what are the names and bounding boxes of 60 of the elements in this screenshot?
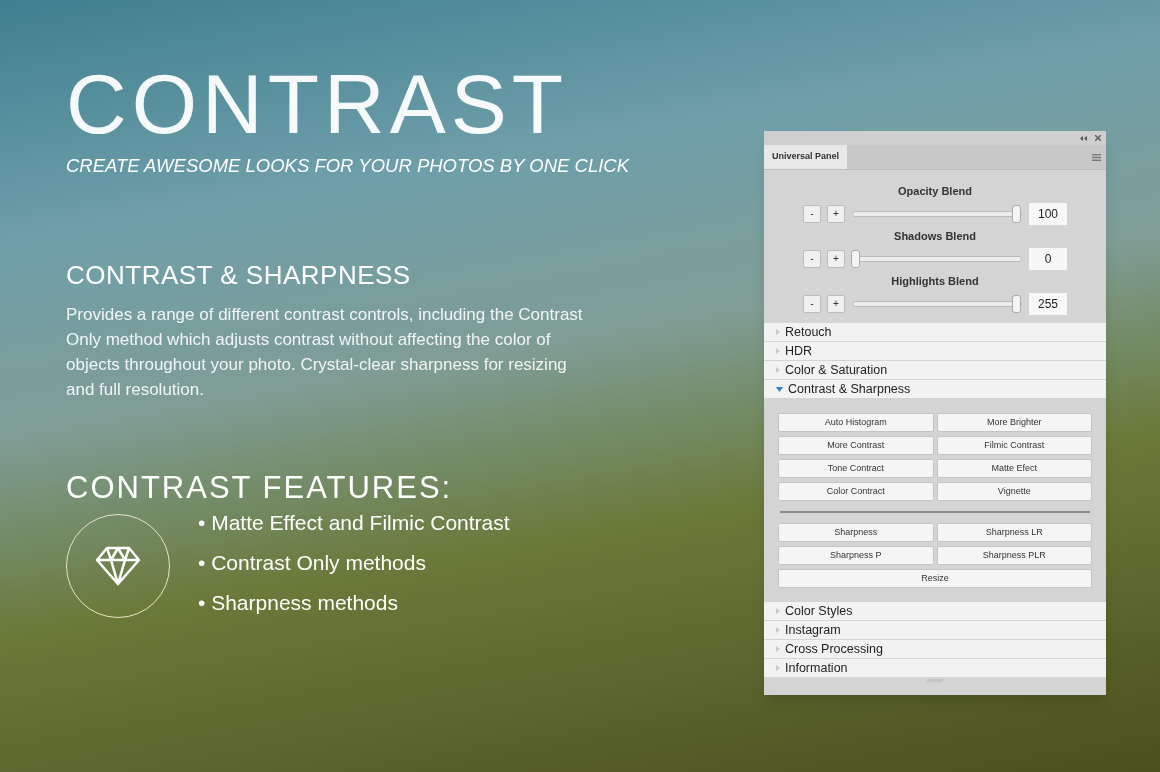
action-button[interactable]: Auto Histogram	[778, 413, 934, 432]
collapsed-caret-icon	[776, 367, 780, 373]
minus-button[interactable]: -	[803, 205, 821, 223]
menu-icon[interactable]	[1092, 153, 1101, 161]
slider-thumb[interactable]	[851, 250, 860, 268]
action-button[interactable]: More Brighter	[936, 413, 1092, 432]
value-field[interactable]: 255	[1029, 293, 1067, 315]
collapsed-caret-icon	[776, 348, 780, 354]
panel-tab[interactable]: Universal Panel	[764, 145, 848, 169]
action-button[interactable]: Color Contract	[778, 482, 934, 501]
section-header[interactable]: Color & Saturation	[764, 361, 1106, 379]
feature-item: • Sharpness methods	[198, 590, 399, 617]
plus-button[interactable]: +	[827, 205, 845, 223]
hero-subtitle: CREATE AWESOME LOOKS FOR YOUR PHOTOS BY ONE CLICK	[66, 154, 631, 178]
action-button[interactable]: Sharpness	[778, 523, 934, 542]
expanded-caret-icon	[776, 386, 783, 392]
slider-label: Shadows Blend	[894, 229, 976, 243]
plus-button[interactable]: +	[827, 295, 845, 313]
section-header[interactable]: Information	[764, 659, 1106, 677]
plus-button[interactable]: +	[827, 250, 845, 268]
action-button[interactable]: Sharpness PLR	[936, 546, 1092, 565]
section-header[interactable]: Instagram	[764, 621, 1106, 639]
section-header[interactable]: Color Styles	[764, 602, 1106, 620]
collapsed-caret-icon	[776, 608, 780, 614]
close-icon[interactable]	[1095, 135, 1101, 141]
collapsed-caret-icon	[776, 665, 780, 671]
action-button[interactable]: Sharpness LR	[936, 523, 1092, 542]
action-button[interactable]: Tone Contract	[778, 459, 934, 478]
feature-item: • Matte Effect and Filmic Contrast	[198, 510, 510, 537]
collapsed-caret-icon	[776, 646, 780, 652]
slider-thumb[interactable]	[1012, 205, 1021, 223]
section-heading: CONTRAST & SHARPNESS	[66, 259, 412, 290]
slider-label: Highlights Blend	[891, 274, 979, 288]
slider[interactable]	[852, 295, 1022, 313]
collapsed-caret-icon	[776, 627, 780, 633]
slider[interactable]	[852, 205, 1022, 223]
feature-item: • Contrast Only methods	[198, 550, 427, 577]
section-header[interactable]: Cross Processing	[764, 640, 1106, 658]
features-heading: CONTRAST FEATURES:	[66, 469, 454, 506]
action-button[interactable]: Filmic Contrast	[936, 436, 1092, 455]
value-field[interactable]: 0	[1029, 248, 1067, 270]
minus-button[interactable]: -	[803, 250, 821, 268]
slider-label: Opacity Blend	[898, 184, 972, 198]
collapsed-caret-icon	[776, 329, 780, 335]
section-description: Provides a range of different contrast controls, including the Contrast Only method which adjusts contrast without affecting the color of objects throughout your photo. Crystal-clear sharpness for resizing and full resolution.	[66, 303, 584, 401]
section-header[interactable]: Retouch	[764, 323, 1106, 341]
section-header[interactable]: HDR	[764, 342, 1106, 360]
slider[interactable]	[852, 250, 1022, 268]
action-button[interactable]: Sharpness P	[778, 546, 934, 565]
action-button[interactable]: More Contrast	[778, 436, 934, 455]
action-button[interactable]: Vignette	[936, 482, 1092, 501]
slider-thumb[interactable]	[1012, 295, 1021, 313]
diamond-icon	[95, 545, 141, 586]
section-header[interactable]: Contrast & Sharpness	[764, 380, 1106, 398]
value-field[interactable]: 100	[1029, 203, 1067, 225]
action-button[interactable]: Matte Efect	[936, 459, 1092, 478]
hero-title: CONTRAST	[66, 58, 569, 150]
action-button[interactable]: Resize	[778, 569, 1092, 588]
collapse-icon[interactable]	[1080, 135, 1087, 141]
minus-button[interactable]: -	[803, 295, 821, 313]
